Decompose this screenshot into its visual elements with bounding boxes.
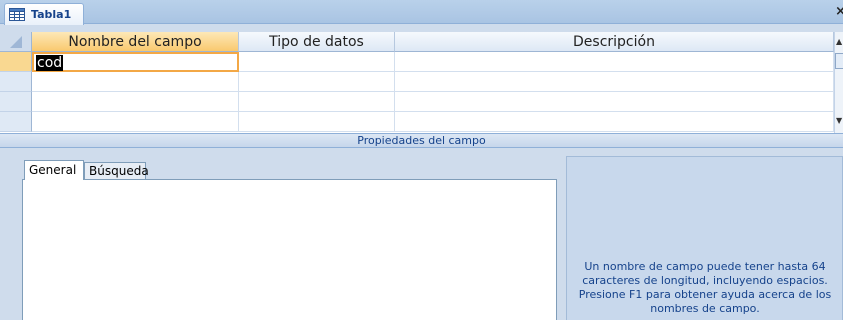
tab-busqueda[interactable]: Búsqueda: [84, 162, 149, 180]
table-row: [0, 92, 843, 112]
description-cell[interactable]: [395, 112, 834, 132]
field-name-value: cod: [36, 55, 64, 71]
field-properties-pane: General Búsqueda Un nombre de campo pued…: [0, 148, 843, 320]
field-design-grid: Nombre del campo Tipo de datos Descripci…: [0, 32, 843, 133]
close-icon[interactable]: ×: [835, 4, 843, 19]
field-name-cell[interactable]: [32, 92, 239, 112]
help-box: Un nombre de campo puede tener hasta 64 …: [566, 156, 843, 320]
tab-general[interactable]: General: [24, 160, 84, 180]
row-selector[interactable]: [0, 72, 32, 92]
row-selector[interactable]: [0, 92, 32, 112]
table-row: [0, 72, 843, 92]
help-text: Un nombre de campo puede tener hasta 64 …: [578, 260, 832, 315]
scroll-thumb[interactable]: [835, 53, 843, 69]
data-type-cell[interactable]: [239, 112, 395, 132]
field-properties-header: Propiedades del campo: [0, 133, 843, 148]
column-header-field-name[interactable]: Nombre del campo: [32, 32, 239, 52]
row-selector[interactable]: [0, 112, 32, 132]
field-name-cell[interactable]: cod: [32, 52, 239, 72]
table-row: [0, 112, 843, 132]
document-tab-strip: Tabla1 ×: [0, 0, 843, 25]
column-header-data-type[interactable]: Tipo de datos: [239, 32, 395, 52]
field-name-cell[interactable]: [32, 72, 239, 92]
scroll-down-icon[interactable]: ▼: [836, 116, 842, 125]
general-properties-page: [22, 179, 557, 320]
table-icon: [9, 8, 25, 21]
document-tab-title: Tabla1: [31, 8, 72, 21]
row-selector[interactable]: [0, 52, 32, 72]
data-type-cell[interactable]: [239, 92, 395, 112]
data-type-cell[interactable]: [239, 72, 395, 92]
document-tab-tabla1[interactable]: Tabla1: [4, 3, 84, 25]
vertical-scrollbar[interactable]: ▲ ▼: [834, 32, 843, 133]
column-header-description[interactable]: Descripción: [395, 32, 834, 52]
data-type-cell[interactable]: [239, 52, 395, 72]
select-all-corner[interactable]: [0, 32, 32, 52]
scroll-up-icon[interactable]: ▲: [836, 37, 842, 46]
table-row: cod: [0, 52, 843, 72]
description-cell[interactable]: [395, 72, 834, 92]
field-name-cell[interactable]: [32, 112, 239, 132]
select-all-triangle-icon: [10, 36, 22, 48]
description-cell[interactable]: [395, 52, 834, 72]
description-cell[interactable]: [395, 92, 834, 112]
